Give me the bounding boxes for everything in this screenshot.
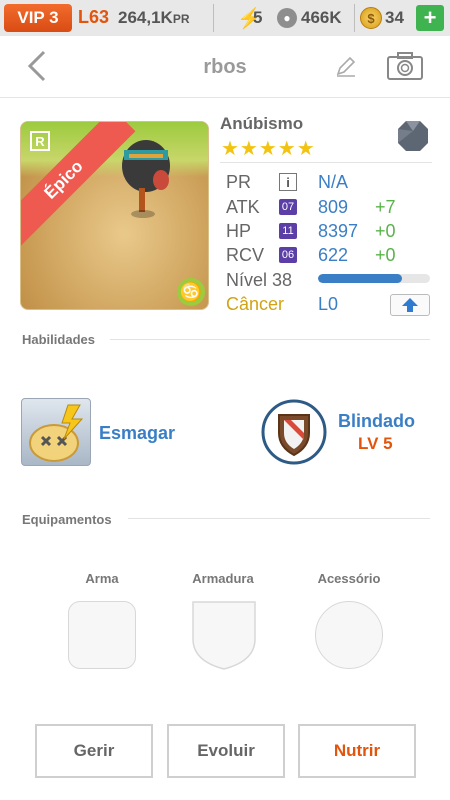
add-coins-button[interactable]: + [416, 5, 444, 31]
element-gem-icon[interactable] [396, 119, 430, 153]
manage-button[interactable]: Gerir [35, 724, 153, 778]
power-unit: PR [172, 12, 190, 26]
feed-button[interactable]: Nutrir [298, 724, 416, 778]
energy-count: 5 [253, 8, 263, 27]
passive-skill-level: LV 5 [358, 434, 393, 453]
monster-name: Anúbismo [220, 114, 304, 133]
hp-badge: 11 [279, 223, 297, 239]
rcv-value: 622 [318, 245, 349, 265]
armor-label: Armadura [192, 571, 254, 586]
camera-icon[interactable] [386, 51, 424, 81]
skills-section-title: Habilidades [22, 332, 95, 347]
up-arrow-icon [402, 298, 418, 312]
divider [128, 518, 430, 519]
info-icon[interactable]: i [279, 173, 297, 191]
weapon-label: Arma [85, 571, 119, 586]
level-label: Nível 38 [226, 270, 293, 290]
accessory-label: Acessório [317, 571, 381, 586]
lo-value: L0 [318, 294, 339, 314]
pr-label: PR [226, 172, 252, 192]
food-count: 466K [301, 8, 342, 27]
atk-bonus: +7 [375, 197, 396, 217]
rcv-label: RCV [226, 245, 265, 265]
divider [110, 339, 430, 340]
vip-badge[interactable]: VIP 3 [4, 4, 72, 32]
divider [213, 4, 214, 32]
coin-count: 34 [385, 8, 404, 27]
star-rating: ★★★★★ [221, 138, 316, 160]
active-skill-name[interactable]: Esmagar [99, 423, 175, 444]
page-title: rbos [203, 56, 247, 78]
atk-label: ATK [226, 197, 260, 217]
monster-card[interactable]: Épico R ♋ [20, 121, 209, 310]
experience-bar-fill [318, 274, 402, 283]
atk-value: 809 [318, 197, 349, 217]
player-level: L63 [78, 7, 110, 27]
pencil-icon[interactable] [334, 54, 358, 78]
divider [220, 162, 432, 163]
active-skill-icon[interactable] [21, 398, 91, 466]
passive-skill-name[interactable]: Blindado [338, 411, 415, 432]
hp-label: HP [226, 221, 252, 241]
equipment-section-title: Equipamentos [22, 512, 112, 527]
divider [354, 4, 355, 32]
atk-badge: 07 [279, 199, 297, 215]
page-header: rbos [0, 36, 450, 98]
rarity-tag: R [30, 131, 50, 151]
status-bar: VIP 3 L63 264,1KPR ⚡ 5 ● 466K $ 34 + [0, 0, 450, 36]
armor-slot[interactable] [191, 599, 257, 671]
power-rating: 264,1KPR [118, 8, 190, 28]
coin-icon: $ [360, 7, 382, 29]
hp-bonus: +0 [375, 221, 396, 241]
accessory-slot[interactable] [315, 601, 383, 669]
pr-value: N/A [318, 172, 349, 192]
shield-icon[interactable] [261, 399, 327, 465]
hp-value: 8397 [318, 221, 359, 241]
smash-icon [29, 404, 84, 462]
cancer-zodiac-icon: ♋ [177, 278, 205, 306]
evolve-button[interactable]: Evoluir [167, 724, 285, 778]
upgrade-button[interactable] [390, 294, 430, 316]
rcv-badge: 06 [279, 247, 297, 263]
weapon-slot[interactable] [68, 601, 136, 669]
paw-icon: ● [277, 8, 297, 28]
experience-bar [318, 274, 430, 283]
rcv-bonus: +0 [375, 245, 396, 265]
power-value: 264,1K [118, 8, 173, 27]
zodiac-sign: Câncer [226, 294, 285, 314]
